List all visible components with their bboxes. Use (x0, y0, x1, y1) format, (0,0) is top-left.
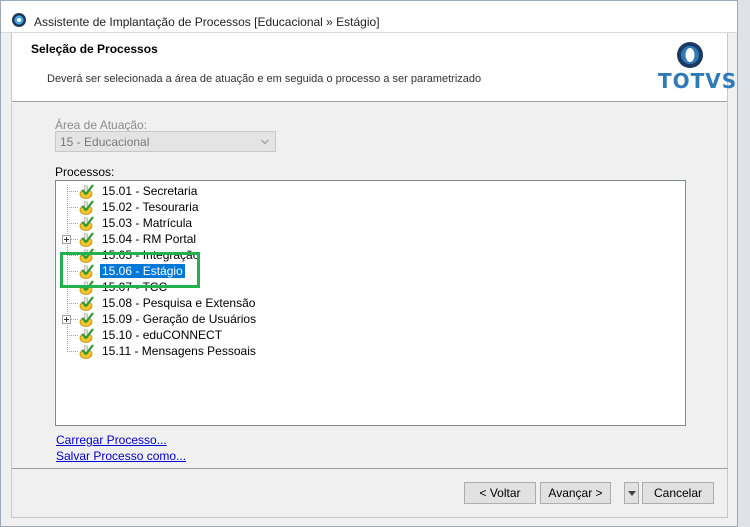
load-process-link[interactable]: Carregar Processo... (56, 433, 167, 447)
tree-item[interactable]: 15.11 - Mensagens Pessoais (56, 343, 456, 359)
process-check-icon (79, 216, 94, 231)
chevron-down-icon (628, 491, 636, 496)
tree-item[interactable]: 15.04 - RM Portal (56, 231, 456, 247)
highlight-box (60, 252, 200, 288)
tree-item[interactable]: 15.08 - Pesquisa e Extensão (56, 295, 456, 311)
logo-text: TOTVS (658, 69, 738, 93)
tree-item[interactable]: 15.09 - Geração de Usuários (56, 311, 456, 327)
tree-item-label: 15.04 - RM Portal (102, 232, 197, 246)
chevron-down-icon (261, 139, 269, 145)
cancel-button[interactable]: Cancelar (642, 482, 714, 504)
wizard-window: Assistente de Implantação de Processos [… (0, 0, 738, 527)
tree-item-label: 15.03 - Matrícula (102, 216, 193, 230)
wizard-footer: < Voltar Avançar > Cancelar (11, 468, 728, 518)
tree-item-label: 15.09 - Geração de Usuários (102, 312, 257, 326)
next-button[interactable]: Avançar > (540, 482, 611, 504)
tree-item[interactable]: 15.02 - Tesouraria (56, 199, 456, 215)
totvs-logo-icon (677, 42, 703, 68)
tree-item-label: 15.08 - Pesquisa e Extensão (102, 296, 256, 310)
tree-item-label: 15.10 - eduCONNECT (102, 328, 223, 342)
tree-item-label: 15.02 - Tesouraria (102, 200, 199, 214)
processes-label: Processos: (55, 165, 115, 179)
window-title: Assistente de Implantação de Processos [… (34, 15, 380, 29)
tree-item[interactable]: 15.10 - eduCONNECT (56, 327, 456, 343)
area-select[interactable]: 15 - Educacional (55, 131, 276, 152)
tree-item[interactable]: 15.03 - Matrícula (56, 215, 456, 231)
save-process-link[interactable]: Salvar Processo como... (56, 449, 186, 463)
totvs-app-icon (12, 13, 26, 27)
wizard-header: Seleção de Processos Deverá ser selecion… (11, 33, 738, 102)
plus-expander-icon[interactable] (62, 235, 71, 244)
process-check-icon (79, 328, 94, 343)
plus-expander-icon[interactable] (62, 315, 71, 324)
process-check-icon (79, 184, 94, 199)
area-select-value: 15 - Educacional (60, 135, 150, 149)
process-check-icon (79, 344, 94, 359)
process-check-icon (79, 232, 94, 247)
process-check-icon (79, 200, 94, 215)
tree-item-label: 15.11 - Mensagens Pessoais (102, 344, 256, 358)
back-button[interactable]: < Voltar (464, 482, 536, 504)
totvs-logo: TOTVS (658, 41, 738, 99)
page-description: Deverá ser selecionada a área de atuação… (47, 73, 482, 85)
page-title: Seleção de Processos (31, 42, 158, 56)
title-bar: Assistente de Implantação de Processos [… (1, 1, 737, 33)
process-tree[interactable]: 15.01 - Secretaria 15.02 - Tesouraria 15.0… (55, 180, 686, 426)
process-check-icon (79, 296, 94, 311)
area-label: Área de Atuação: (55, 118, 148, 132)
tree-item[interactable]: 15.01 - Secretaria (56, 183, 456, 199)
process-check-icon (79, 312, 94, 327)
tree-item-label: 15.01 - Secretaria (102, 184, 198, 198)
options-dropdown-button[interactable] (624, 482, 639, 504)
